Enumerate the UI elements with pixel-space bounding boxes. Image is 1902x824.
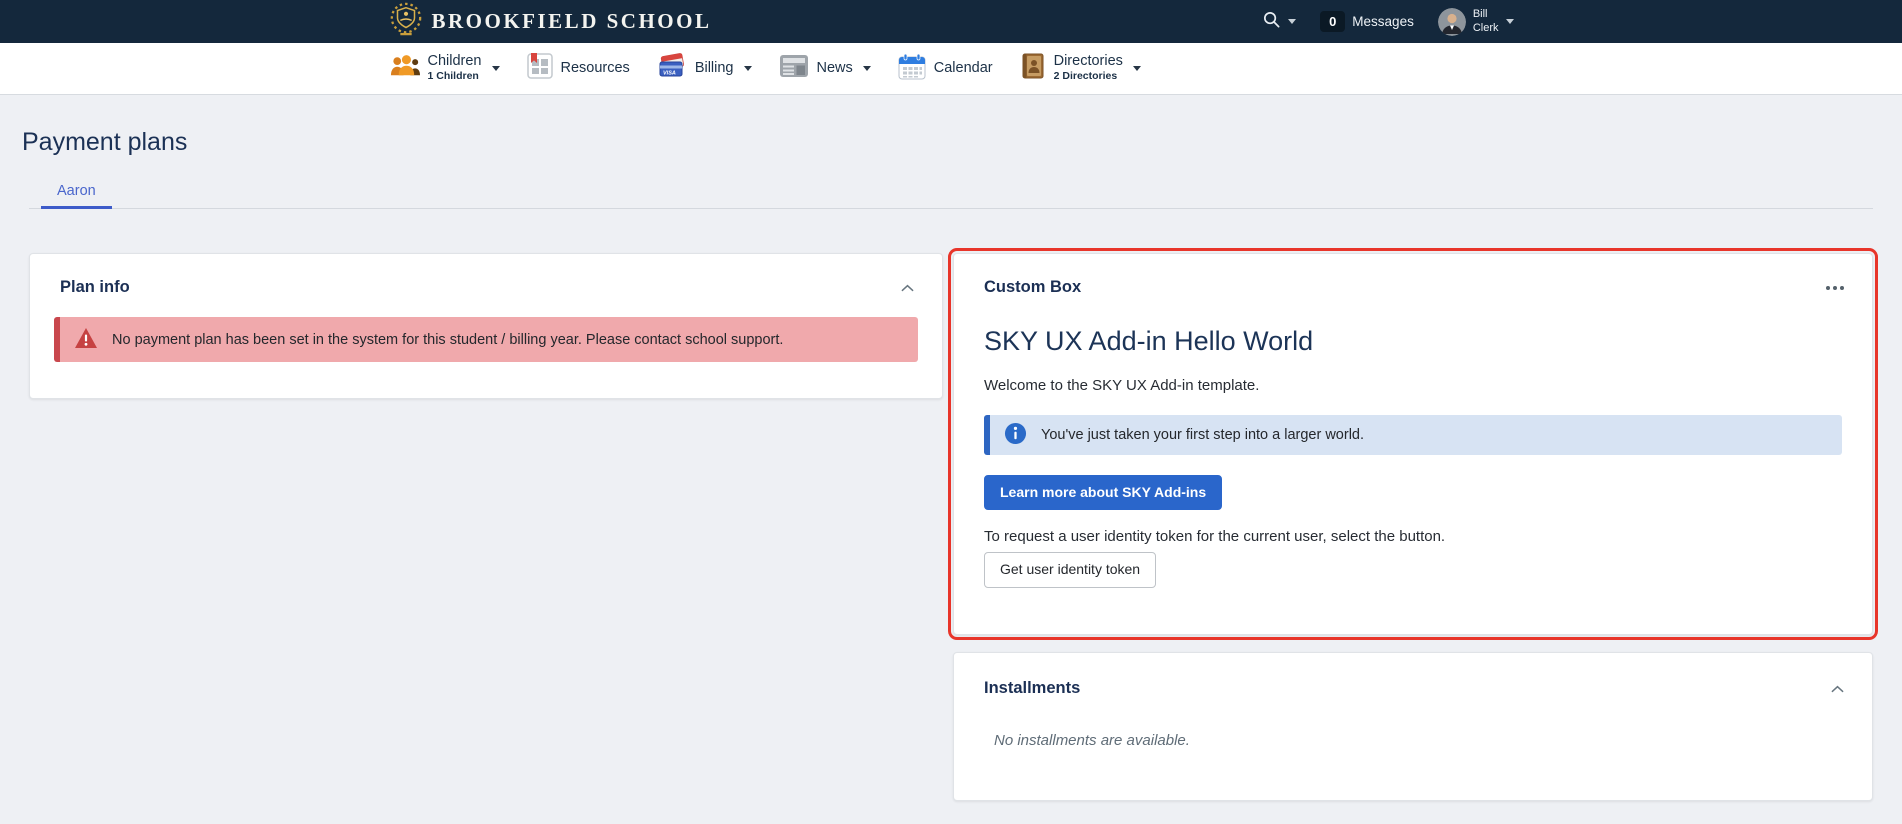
custom-box-more-button[interactable] [1824, 284, 1846, 292]
plan-info-card: Plan info No payment plan has been set i… [29, 253, 943, 399]
chevron-down-icon [1288, 19, 1297, 24]
user-last-name: Clerk [1472, 21, 1499, 34]
messages-label: Messages [1352, 14, 1414, 29]
installments-card: Installments No installments are availab… [953, 652, 1873, 801]
nav-item-news[interactable]: News [779, 43, 871, 94]
nav-item-calendar[interactable]: Calendar [898, 43, 993, 94]
nav-label-directories: Directories [1053, 53, 1123, 70]
nav-label-resources: Resources [560, 59, 630, 76]
messages-menu[interactable]: 0 Messages [1320, 11, 1414, 32]
school-logo[interactable]: BROOKFIELD SCHOOL [389, 0, 712, 43]
nav-label-children: Children [427, 53, 482, 70]
page-title: Payment plans [22, 128, 188, 156]
nav-item-resources[interactable]: Resources [526, 43, 630, 94]
nav-label-billing: Billing [694, 59, 734, 76]
main-nav: Children 1 Children Resources VISA Billi… [0, 43, 1902, 95]
directories-icon [1020, 53, 1046, 84]
children-icon [389, 53, 420, 84]
first-step-info-alert: You've just taken your first step into a… [984, 415, 1842, 455]
installments-empty-text: No installments are available. [994, 732, 1190, 749]
chevron-down-icon [1132, 66, 1141, 71]
top-bar: BROOKFIELD SCHOOL 0 Messages Bill Clerk [0, 0, 1902, 43]
avatar [1437, 7, 1466, 36]
chevron-up-icon [1831, 681, 1844, 696]
news-icon [779, 54, 809, 83]
chevron-down-icon [862, 66, 871, 71]
nav-item-children[interactable]: Children 1 Children [389, 43, 500, 94]
info-icon [1004, 422, 1027, 449]
tab-aaron[interactable]: Aaron [41, 175, 112, 209]
resources-icon [526, 53, 553, 84]
svg-text:VISA: VISA [663, 71, 676, 77]
nav-label-news: News [816, 59, 853, 76]
custom-box-card: Custom Box SKY UX Add-in Hello World Wel… [948, 248, 1878, 640]
info-alert-text: You've just taken your first step into a… [1041, 427, 1365, 443]
user-menu[interactable]: Bill Clerk [1437, 7, 1514, 36]
plan-info-collapse-button[interactable] [899, 278, 916, 297]
no-payment-plan-alert: No payment plan has been set in the syst… [54, 317, 918, 362]
messages-count-badge: 0 [1320, 11, 1346, 32]
nav-item-billing[interactable]: VISA Billing [657, 43, 752, 94]
tab-bar: Aaron [29, 175, 1873, 209]
billing-icon: VISA [657, 53, 687, 84]
learn-more-button[interactable]: Learn more about SKY Add-ins [984, 475, 1223, 511]
installments-title: Installments [984, 679, 1081, 697]
installments-collapse-button[interactable] [1829, 679, 1846, 698]
page-content: Payment plans Aaron Plan info No payment… [0, 127, 1902, 801]
school-crest-icon [389, 0, 423, 43]
addin-heading: SKY UX Add-in Hello World [984, 326, 1314, 356]
alert-text: No payment plan has been set in the syst… [112, 331, 784, 348]
custom-box-title: Custom Box [984, 278, 1082, 296]
plan-info-title: Plan info [60, 278, 130, 296]
calendar-icon [898, 53, 926, 85]
search-menu[interactable] [1262, 10, 1297, 34]
user-first-name: Bill [1472, 8, 1488, 21]
get-token-button[interactable]: Get user identity token [984, 552, 1157, 588]
chevron-down-icon [491, 66, 500, 71]
chevron-up-icon [901, 280, 914, 295]
chevron-down-icon [1505, 19, 1514, 24]
user-name: Bill Clerk [1473, 8, 1499, 34]
token-instruction-text: To request a user identity token for the… [984, 528, 1446, 546]
nav-label-calendar: Calendar [933, 59, 993, 76]
ellipsis-icon [1826, 285, 1844, 290]
nav-item-directories[interactable]: Directories 2 Directories [1020, 43, 1141, 94]
search-icon [1262, 10, 1281, 34]
addin-welcome-text: Welcome to the SKY UX Add-in template. [984, 377, 1260, 394]
nav-sublabel-directories: 2 Directories [1053, 70, 1118, 83]
warning-icon [74, 327, 98, 353]
nav-sublabel-children: 1 Children [427, 70, 479, 83]
school-name: BROOKFIELD SCHOOL [431, 9, 712, 33]
chevron-down-icon [743, 66, 752, 71]
